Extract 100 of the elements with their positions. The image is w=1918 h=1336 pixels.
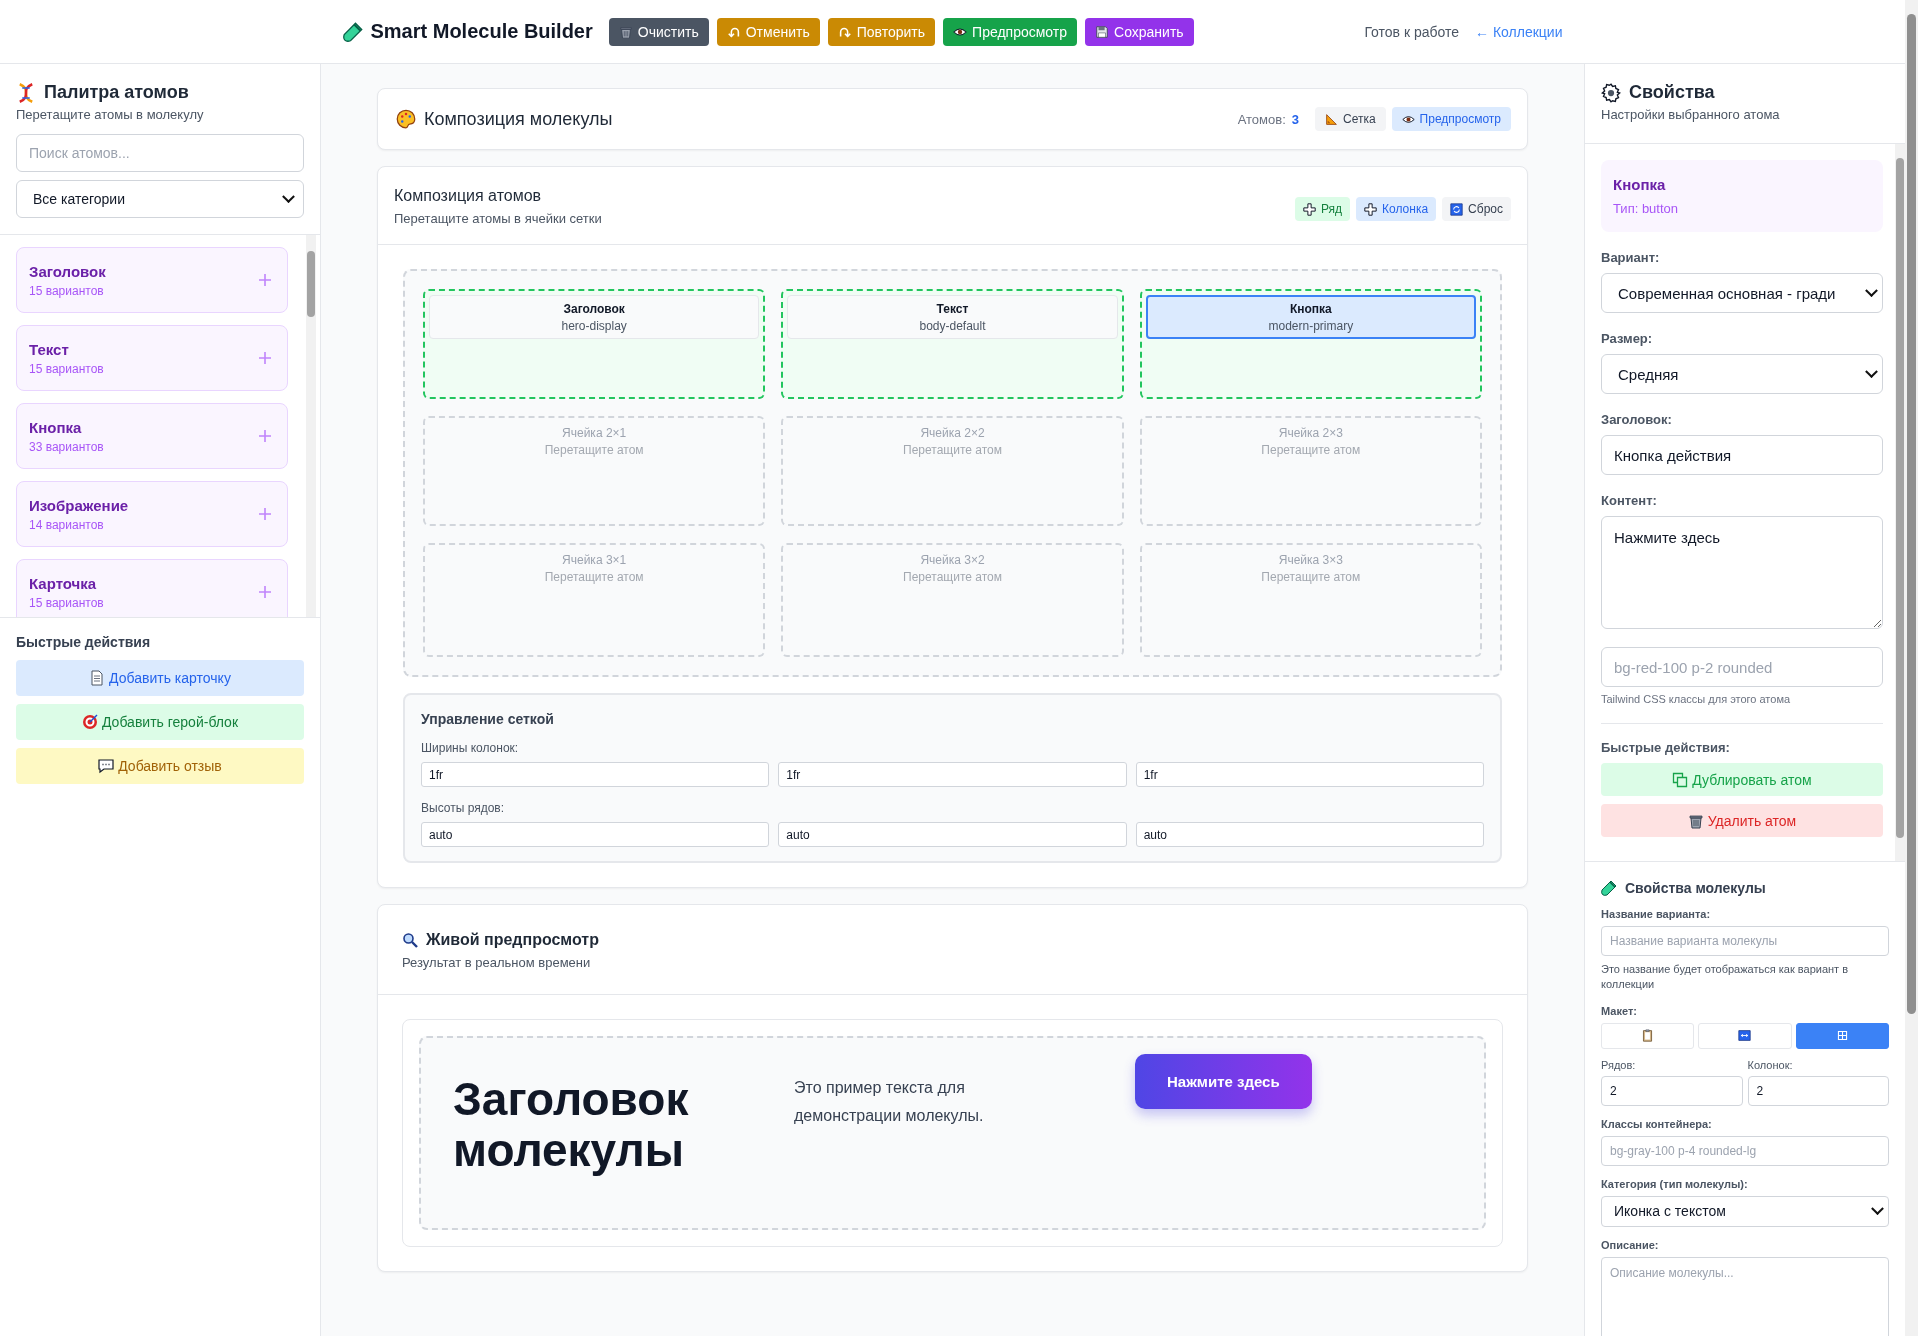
input-field[interactable]: bg-red-100 p-2 rounded	[1601, 647, 1883, 687]
cell-label: Ячейка 3×1	[562, 553, 627, 567]
app-title: Smart Molecule Builder	[370, 20, 593, 43]
grid-cell[interactable]: Текст body-default	[781, 289, 1124, 399]
columns-field[interactable]: 2	[1747, 1075, 1889, 1106]
atom-name: Текст	[936, 301, 969, 316]
section-title: Композиция атомов	[394, 187, 543, 205]
grid-action-button[interactable]: Ряд	[1294, 197, 1351, 221]
quick-action-button[interactable]: Добавить карточку	[16, 660, 304, 696]
section-title: Быстрые действия:	[1601, 740, 1731, 755]
row-height-field[interactable]: auto	[1135, 822, 1484, 847]
field-label: Размер:	[1601, 331, 1654, 346]
document-icon	[89, 670, 106, 686]
section-title: Композиция молекулы	[424, 108, 613, 130]
plus-icon	[257, 506, 273, 522]
plus-icon	[257, 350, 273, 366]
test-tube-icon	[342, 21, 363, 42]
grid-cell[interactable]: Заголовок hero-display	[423, 289, 766, 399]
quick-action-button[interactable]: Добавить герой-блок	[16, 704, 304, 740]
category-select[interactable]: Все категории	[16, 180, 304, 218]
grid-action-button[interactable]: Колонка	[1356, 197, 1437, 221]
grid-action-button[interactable]: Сброс	[1442, 197, 1511, 221]
cell-hint: Перетащите атом	[544, 570, 644, 584]
atom-type: Тип: button	[1613, 201, 1680, 216]
scrollbar[interactable]	[306, 235, 316, 617]
atom-card[interactable]: Карточка 15 вариантов	[16, 559, 288, 617]
view-toggle-button[interactable]: Сетка	[1315, 107, 1386, 131]
field-label: Рядов:	[1601, 1058, 1637, 1071]
atom-card[interactable]: Кнопка 33 вариантов	[16, 403, 288, 469]
plus-icon	[1302, 202, 1316, 216]
atom-card[interactable]: Текст 15 вариантов	[16, 325, 288, 391]
section-title: Живой предпросмотр	[426, 931, 599, 949]
panel-title: Свойства	[1629, 82, 1715, 103]
dna-icon	[16, 82, 36, 103]
section-subtitle: Результат в реальном времени	[402, 955, 592, 970]
ruler-icon	[1325, 112, 1338, 126]
container-classes-field[interactable]: bg-gray-100 p-4 rounded-lg	[1601, 1135, 1889, 1166]
cell-hint: Перетащите атом	[544, 443, 644, 457]
variant-count: 15 вариантов	[29, 361, 104, 376]
test-tube-icon	[1601, 880, 1617, 896]
atom-chip[interactable]: Кнопка modern-primary	[1145, 295, 1476, 339]
atom-chip[interactable]: Заголовок hero-display	[429, 295, 760, 339]
atom-count: 3	[1291, 111, 1299, 127]
field-label: Макет:	[1601, 1004, 1638, 1017]
variant-count: 14 вариантов	[29, 517, 105, 532]
grid-cell[interactable]: Кнопка modern-primary	[1139, 289, 1482, 399]
preview-button[interactable]: Нажмите здесь	[1135, 1054, 1312, 1109]
column-width-field[interactable]: 1fr	[1135, 762, 1484, 787]
input-field[interactable]: Кнопка действия	[1601, 435, 1883, 475]
atom-name: Текст	[29, 340, 70, 358]
atom-name: Заголовок	[29, 262, 106, 280]
grid-icon	[1835, 1029, 1849, 1043]
row-height-field[interactable]: auto	[421, 822, 770, 847]
atom-name: Кнопка	[1289, 301, 1332, 316]
toolbar-button[interactable]: Сохранить	[1085, 17, 1194, 46]
layout-option-button[interactable]	[1795, 1022, 1889, 1049]
search-field[interactable]: Поиск атомов...	[16, 134, 304, 172]
select-field[interactable]: Средняя	[1601, 354, 1883, 394]
atom-name: Заголовок	[563, 301, 625, 316]
category-select[interactable]: Иконка с текстом	[1601, 1195, 1889, 1227]
palette-icon	[396, 109, 416, 129]
atom-chip[interactable]: Текст body-default	[787, 295, 1118, 339]
variant-count: 15 вариантов	[29, 283, 105, 298]
variant-name: modern-primary	[1268, 318, 1354, 333]
speech-bubble-icon	[98, 758, 115, 774]
toolbar-button[interactable]: Очистить	[608, 17, 709, 46]
variant-name-field[interactable]: Название варианта молекулы	[1601, 926, 1889, 956]
select-field[interactable]: Современная основная - гради	[1601, 273, 1883, 313]
cell-hint: Перетащите атом	[903, 443, 1002, 457]
field-label: Категория (тип молекулы):	[1601, 1177, 1749, 1190]
row-height-field[interactable]: auto	[778, 822, 1127, 847]
quick-action-button[interactable]: Добавить отзыв	[16, 748, 304, 784]
variant-name: body-default	[919, 318, 986, 333]
status-text: Готов к работе	[1364, 23, 1460, 40]
preview-text: Это пример текста для демонстрации молекулы.	[794, 1078, 985, 1126]
panel-subtitle: Настройки выбранного атома	[1601, 107, 1781, 122]
text-area[interactable]: Нажмите здесь	[1601, 516, 1883, 629]
preview-heading: Заголовок молекулы	[453, 1074, 690, 1178]
variant-name: hero-display	[561, 318, 627, 333]
clipboard-icon	[1641, 1029, 1655, 1043]
trash-icon	[1687, 812, 1704, 829]
column-width-field[interactable]: 1fr	[421, 762, 770, 787]
delete-button[interactable]: Удалить атом	[1601, 804, 1883, 837]
rows-field[interactable]: 2	[1601, 1075, 1743, 1106]
scrollbar[interactable]	[1895, 144, 1905, 861]
cell-hint: Перетащите атом	[903, 570, 1002, 584]
plus-icon	[257, 584, 273, 600]
column-width-field[interactable]: 1fr	[778, 762, 1127, 787]
trash-icon	[618, 24, 633, 39]
scrollbar[interactable]	[1905, 0, 1918, 1336]
atom-card[interactable]: Заголовок 15 вариантов	[16, 247, 288, 313]
field-label: Заголовок:	[1601, 412, 1673, 427]
atom-name: Кнопка	[29, 418, 83, 436]
refresh-icon	[1450, 202, 1464, 216]
field-label: Описание:	[1601, 1238, 1660, 1251]
collections-link[interactable]: ← Коллекции	[1475, 23, 1563, 40]
view-toggle-button[interactable]: Предпросмотр	[1391, 107, 1511, 131]
atom-card[interactable]: Изображение 14 вариантов	[16, 481, 288, 547]
description-field[interactable]: Описание молекулы...	[1601, 1256, 1889, 1336]
field-label: Колонок:	[1747, 1058, 1794, 1071]
